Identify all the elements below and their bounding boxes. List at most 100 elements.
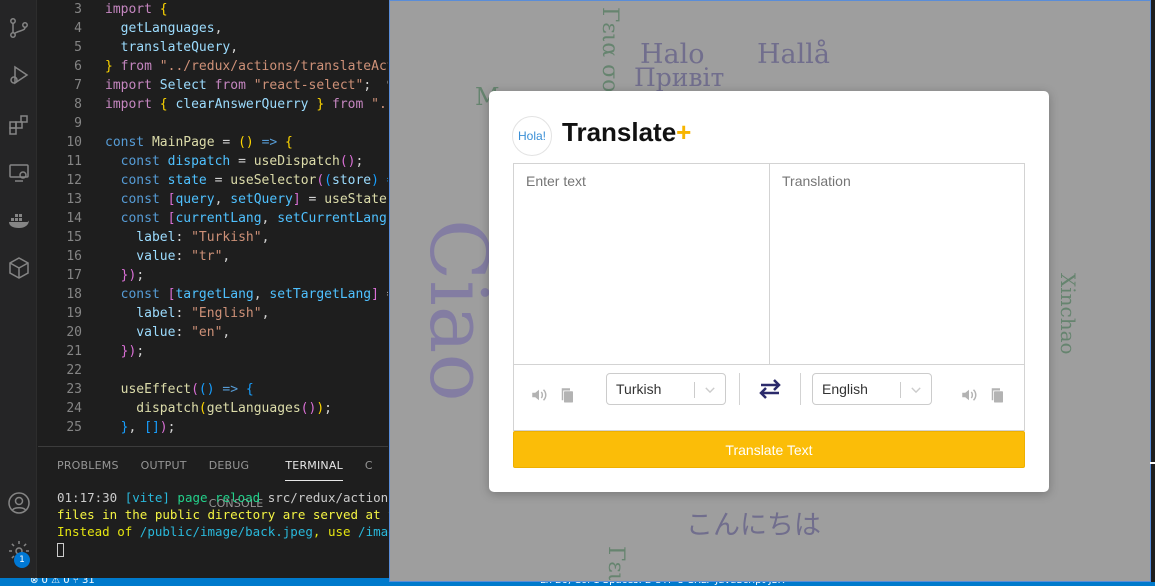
- code-token: (): [300, 401, 317, 416]
- remote-explorer-icon[interactable]: [0, 158, 37, 188]
- code-token: useEffect: [105, 382, 192, 397]
- code-token: const: [105, 173, 168, 188]
- code-line[interactable]: import Select from "react-select"; 9: [105, 76, 388, 95]
- code-token: ]: [292, 192, 309, 207]
- code-line[interactable]: [105, 361, 388, 380]
- code-line[interactable]: const MainPage = () => {: [105, 133, 388, 152]
- target-copy-icon[interactable]: [987, 385, 1007, 405]
- tab-comments[interactable]: C: [365, 447, 373, 481]
- code-line[interactable]: value: "tr",: [105, 247, 388, 266]
- terminal-cursor: [57, 542, 64, 557]
- source-language-value: Turkish: [616, 381, 662, 397]
- code-token: }): [105, 344, 137, 359]
- code-token: ;: [167, 420, 176, 435]
- code-line[interactable]: label: "Turkish",: [105, 228, 388, 247]
- code-content[interactable]: import { getLanguages, translateQuery,} …: [105, 0, 388, 437]
- code-line[interactable]: translateQuery,: [105, 38, 388, 57]
- code-token: from: [214, 78, 254, 93]
- code-line[interactable]: });: [105, 342, 388, 361]
- tab-debug-console[interactable]: DEBUG CONSOLE: [209, 447, 264, 510]
- code-line[interactable]: const dispatch = useDispatch();: [105, 152, 388, 171]
- code-line[interactable]: const [currentLang, setCurrentLang]: [105, 209, 388, 228]
- code-line[interactable]: label: "English",: [105, 304, 388, 323]
- line-number: 17: [66, 268, 82, 283]
- code-token: (: [387, 192, 388, 207]
- code-token: }: [105, 59, 121, 74]
- extensions-icon[interactable]: [0, 110, 37, 140]
- code-line[interactable]: const state = useSelector((store) =: [105, 171, 388, 190]
- line-number: 21: [66, 344, 82, 359]
- code-token: setCurrentLang: [277, 211, 387, 226]
- source-copy-icon[interactable]: [557, 385, 577, 405]
- code-token: from: [120, 59, 160, 74]
- code-token: Select: [159, 78, 215, 93]
- code-line[interactable]: });: [105, 266, 388, 285]
- code-token: query: [175, 192, 215, 207]
- code-line[interactable]: useEffect(() => {: [105, 380, 388, 399]
- run-debug-icon[interactable]: [0, 60, 37, 90]
- target-speaker-icon[interactable]: [959, 385, 979, 405]
- line-number: 20: [66, 325, 82, 340]
- tab-output[interactable]: OUTPUT: [141, 447, 187, 481]
- code-token: =>: [222, 382, 246, 397]
- code-token: const: [105, 192, 168, 207]
- code-line[interactable]: } from "../redux/actions/translateAct: [105, 57, 388, 76]
- code-line[interactable]: dispatch(getLanguages());: [105, 399, 388, 418]
- translation-output[interactable]: [782, 173, 1017, 358]
- code-line[interactable]: import { clearAnswerQuerry } from "..: [105, 95, 388, 114]
- terminal-line3-b: /public/image/back.jpeg: [139, 524, 313, 539]
- code-editor[interactable]: 3 4 5 6 7 8 9 10 11 12 13 14 15 16 17 18 19 20 21 22 23 24 25 …: [38, 0, 388, 446]
- select-separator: [694, 382, 695, 398]
- code-token: "../redux/actions/translateAct: [159, 59, 388, 74]
- code-line[interactable]: const [targetLang, setTargetLang] =: [105, 285, 388, 304]
- target-language-select[interactable]: English: [812, 373, 932, 405]
- docker-icon[interactable]: [0, 205, 37, 235]
- tab-terminal[interactable]: TERMINAL: [285, 447, 343, 481]
- terminal-output[interactable]: 01:17:30 [vite] page reload src/redux/ac…: [57, 489, 418, 557]
- terminal-tag: [vite]: [124, 490, 178, 505]
- tab-problems[interactable]: PROBLEMS: [57, 447, 119, 481]
- code-line[interactable]: const [query, setQuery] = useState(: [105, 190, 388, 209]
- source-text-input[interactable]: [526, 173, 761, 358]
- swap-languages-icon[interactable]: [757, 378, 783, 400]
- code-line[interactable]: value: "en",: [105, 323, 388, 342]
- code-token: dispatch: [105, 401, 199, 416]
- code-token: ;: [324, 401, 332, 416]
- status-left[interactable]: ⊗ 0 ⚠ 0 ⑂ 31: [30, 578, 95, 586]
- translate-card: Hola! Translate+ Turkish English: [489, 91, 1049, 492]
- translation-area: [513, 163, 1025, 365]
- terminal-message: page reload: [177, 490, 268, 505]
- source-speaker-icon[interactable]: [529, 385, 549, 405]
- code-line[interactable]: [105, 114, 388, 133]
- code-line[interactable]: import {: [105, 0, 388, 19]
- code-token: ,: [230, 40, 239, 55]
- account-icon[interactable]: [0, 488, 37, 518]
- code-token: store: [332, 173, 372, 188]
- code-token: ,: [261, 306, 270, 321]
- line-number: 5: [74, 40, 82, 55]
- code-line[interactable]: getLanguages,: [105, 19, 388, 38]
- code-token: clearAnswerQuerry: [175, 97, 317, 112]
- line-number: 6: [74, 59, 82, 74]
- line-number: 18: [66, 287, 82, 302]
- bg-word-halla: Hallå: [757, 39, 831, 70]
- line-number: 4: [74, 21, 82, 36]
- source-control-icon[interactable]: [0, 13, 37, 43]
- code-token: }: [105, 420, 129, 435]
- code-token: (): [238, 135, 262, 150]
- app-logo: Hola!: [512, 116, 552, 156]
- code-token: ;: [355, 154, 364, 169]
- code-token: ,: [128, 420, 145, 435]
- code-token: "English": [191, 306, 262, 321]
- code-token: currentLang: [175, 211, 262, 226]
- bg-word-privit: Привіт: [634, 63, 725, 92]
- translate-button[interactable]: Translate Text: [513, 431, 1025, 468]
- hexagon-icon[interactable]: [0, 253, 37, 283]
- source-language-select[interactable]: Turkish: [606, 373, 726, 405]
- code-token: :: [175, 230, 192, 245]
- code-line[interactable]: }, []);: [105, 418, 388, 437]
- code-token: import: [105, 97, 160, 112]
- terminal-warning-line: files in the public directory are served…: [57, 507, 411, 522]
- area-divider: [769, 164, 770, 364]
- line-number-gutter: 3 4 5 6 7 8 9 10 11 12 13 14 15 16 17 18 19 20 21 22 23 24 25: [38, 0, 82, 437]
